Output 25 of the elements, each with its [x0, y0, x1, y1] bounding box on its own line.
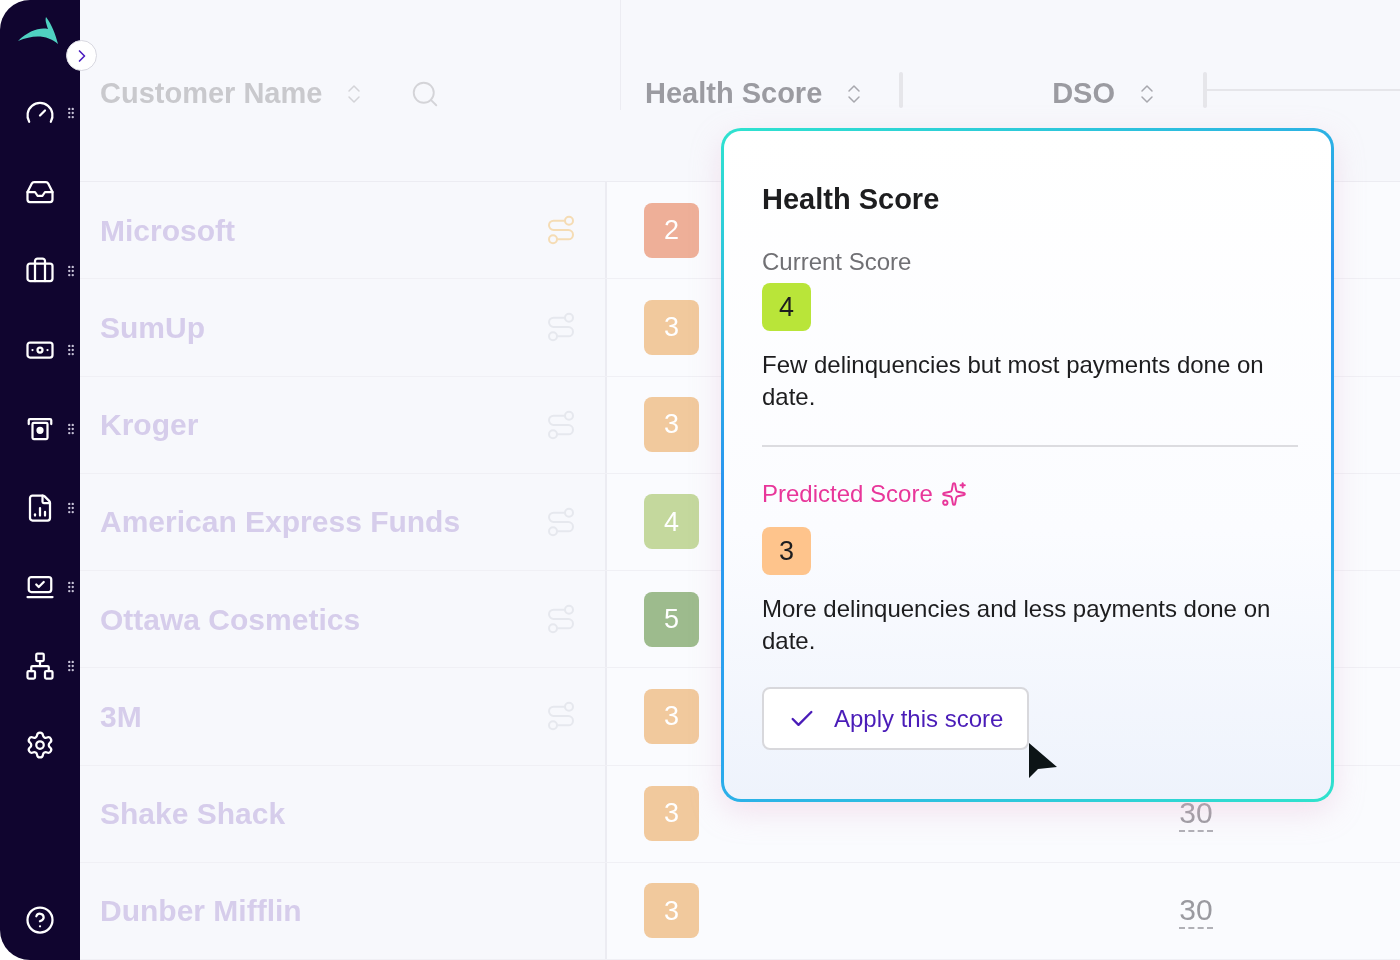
column-header[interactable]: DSO: [1052, 72, 1115, 116]
popover-title: Health Score: [762, 182, 941, 217]
score-badge: 5: [644, 591, 699, 647]
apply-score-button[interactable]: Apply this score: [762, 687, 1030, 750]
logo-icon: [18, 17, 58, 45]
score-badge: 2: [644, 202, 699, 258]
score-badge: 4: [644, 494, 699, 550]
score-badge: 3: [644, 299, 699, 355]
score-badge: 3: [644, 397, 699, 453]
help-icon[interactable]: [25, 905, 55, 935]
score-badge: 3: [644, 786, 699, 842]
predicted-score-label: Predicted Score: [762, 479, 933, 509]
network-icon[interactable]: [25, 651, 55, 681]
score-badge: 3: [644, 883, 699, 939]
dso-value: 30: [1179, 892, 1213, 929]
column-header[interactable]: Health Score: [645, 72, 823, 116]
sparkles-icon: [940, 481, 967, 507]
settings-icon[interactable]: [25, 730, 55, 760]
predicted-score-description: More delinquencies and less payments done on date.: [762, 594, 1272, 656]
score-badge: 3: [644, 688, 699, 744]
current-score-description: Few delinquencies but most payments done on date.: [762, 350, 1265, 412]
current-score-label: Current Score: [762, 247, 913, 277]
current-score-badge: 4: [762, 283, 811, 331]
predicted-score-badge: 3: [762, 527, 811, 575]
mouse-cursor-icon: [1028, 742, 1058, 780]
